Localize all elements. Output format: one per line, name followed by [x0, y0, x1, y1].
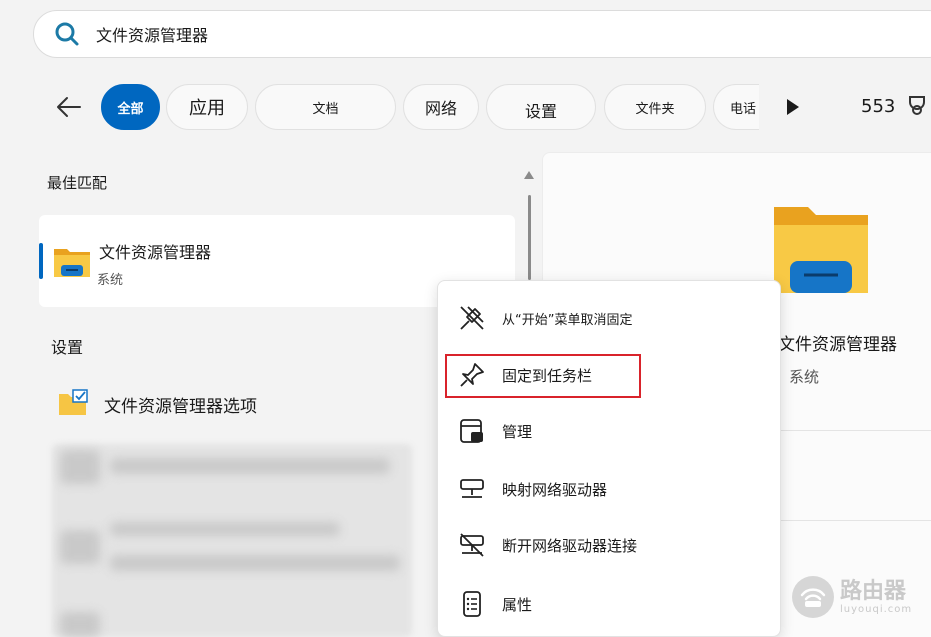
- blurred-text: [110, 555, 400, 571]
- file-explorer-large-icon: [774, 207, 868, 293]
- file-explorer-icon: [54, 249, 90, 277]
- properties-icon: [463, 591, 481, 617]
- filter-chip-settings[interactable]: 设置: [486, 84, 596, 130]
- folder-options-icon: [59, 388, 88, 415]
- watermark-url: luyouqi.com: [840, 603, 913, 615]
- detail-title: 文件资源管理器: [778, 335, 897, 355]
- highlight-annotation: [445, 354, 641, 398]
- filter-chip-documents[interactable]: 文档: [255, 84, 396, 130]
- best-match-subtitle: 系统: [97, 273, 124, 288]
- settings-result-item[interactable]: 文件资源管理器选项: [58, 388, 257, 417]
- search-bar[interactable]: [33, 10, 931, 58]
- filter-chip-phone[interactable]: 电话: [713, 84, 759, 130]
- watermark-logo-icon: [792, 576, 834, 618]
- best-match-heading: 最佳匹配: [47, 174, 108, 192]
- menu-label: 管理: [502, 422, 533, 441]
- menu-label: 断开网络驱动器连接: [502, 536, 638, 555]
- blurred-icon: [60, 612, 100, 637]
- menu-item-manage[interactable]: 管理: [438, 411, 780, 451]
- filter-chip-all[interactable]: 全部: [101, 84, 160, 130]
- blurred-text: [110, 458, 390, 474]
- menu-label: 映射网络驱动器: [502, 480, 608, 499]
- unpin-icon: [460, 306, 484, 330]
- disconnect-drive-icon: [460, 533, 484, 557]
- blurred-text: [110, 522, 340, 536]
- settings-result-label: 文件资源管理器选项: [104, 397, 257, 417]
- network-drive-icon: [460, 479, 484, 498]
- menu-item-unpin-start[interactable]: 从“开始”菜单取消固定: [438, 298, 780, 338]
- manage-icon: [460, 419, 483, 443]
- best-match-title: 文件资源管理器: [99, 243, 212, 262]
- menu-item-properties[interactable]: 属性: [438, 584, 780, 624]
- menu-label: 从“开始”菜单取消固定: [502, 312, 633, 328]
- watermark: 路由器 luyouqi.com: [792, 576, 912, 618]
- back-arrow-icon[interactable]: [54, 92, 84, 122]
- watermark-text: 路由器: [840, 578, 907, 604]
- detail-subtitle: 系统: [789, 368, 820, 386]
- menu-label: 属性: [502, 595, 533, 614]
- rewards-points: 553: [861, 96, 896, 117]
- menu-item-disconnect-drive[interactable]: 断开网络驱动器连接: [438, 525, 780, 565]
- search-icon: [55, 22, 79, 46]
- menu-item-map-drive[interactable]: 映射网络驱动器: [438, 469, 780, 509]
- blurred-icon: [60, 530, 100, 564]
- blurred-icon: [60, 450, 100, 484]
- filter-chip-web[interactable]: 网络: [403, 84, 479, 130]
- scroll-up-arrow-icon[interactable]: [523, 170, 535, 180]
- filter-chip-apps[interactable]: 应用: [166, 84, 248, 130]
- play-icon[interactable]: [785, 98, 801, 116]
- settings-heading: 设置: [51, 338, 84, 357]
- context-menu: 从“开始”菜单取消固定 固定到任务栏 管理 映射网络驱动器 断开网络驱动器连接: [437, 280, 781, 637]
- selection-indicator: [39, 243, 43, 279]
- filter-chip-folders[interactable]: 文件夹: [604, 84, 706, 130]
- trophy-icon[interactable]: [905, 94, 929, 118]
- search-input[interactable]: [96, 24, 696, 44]
- scrollbar-thumb[interactable]: [528, 195, 531, 280]
